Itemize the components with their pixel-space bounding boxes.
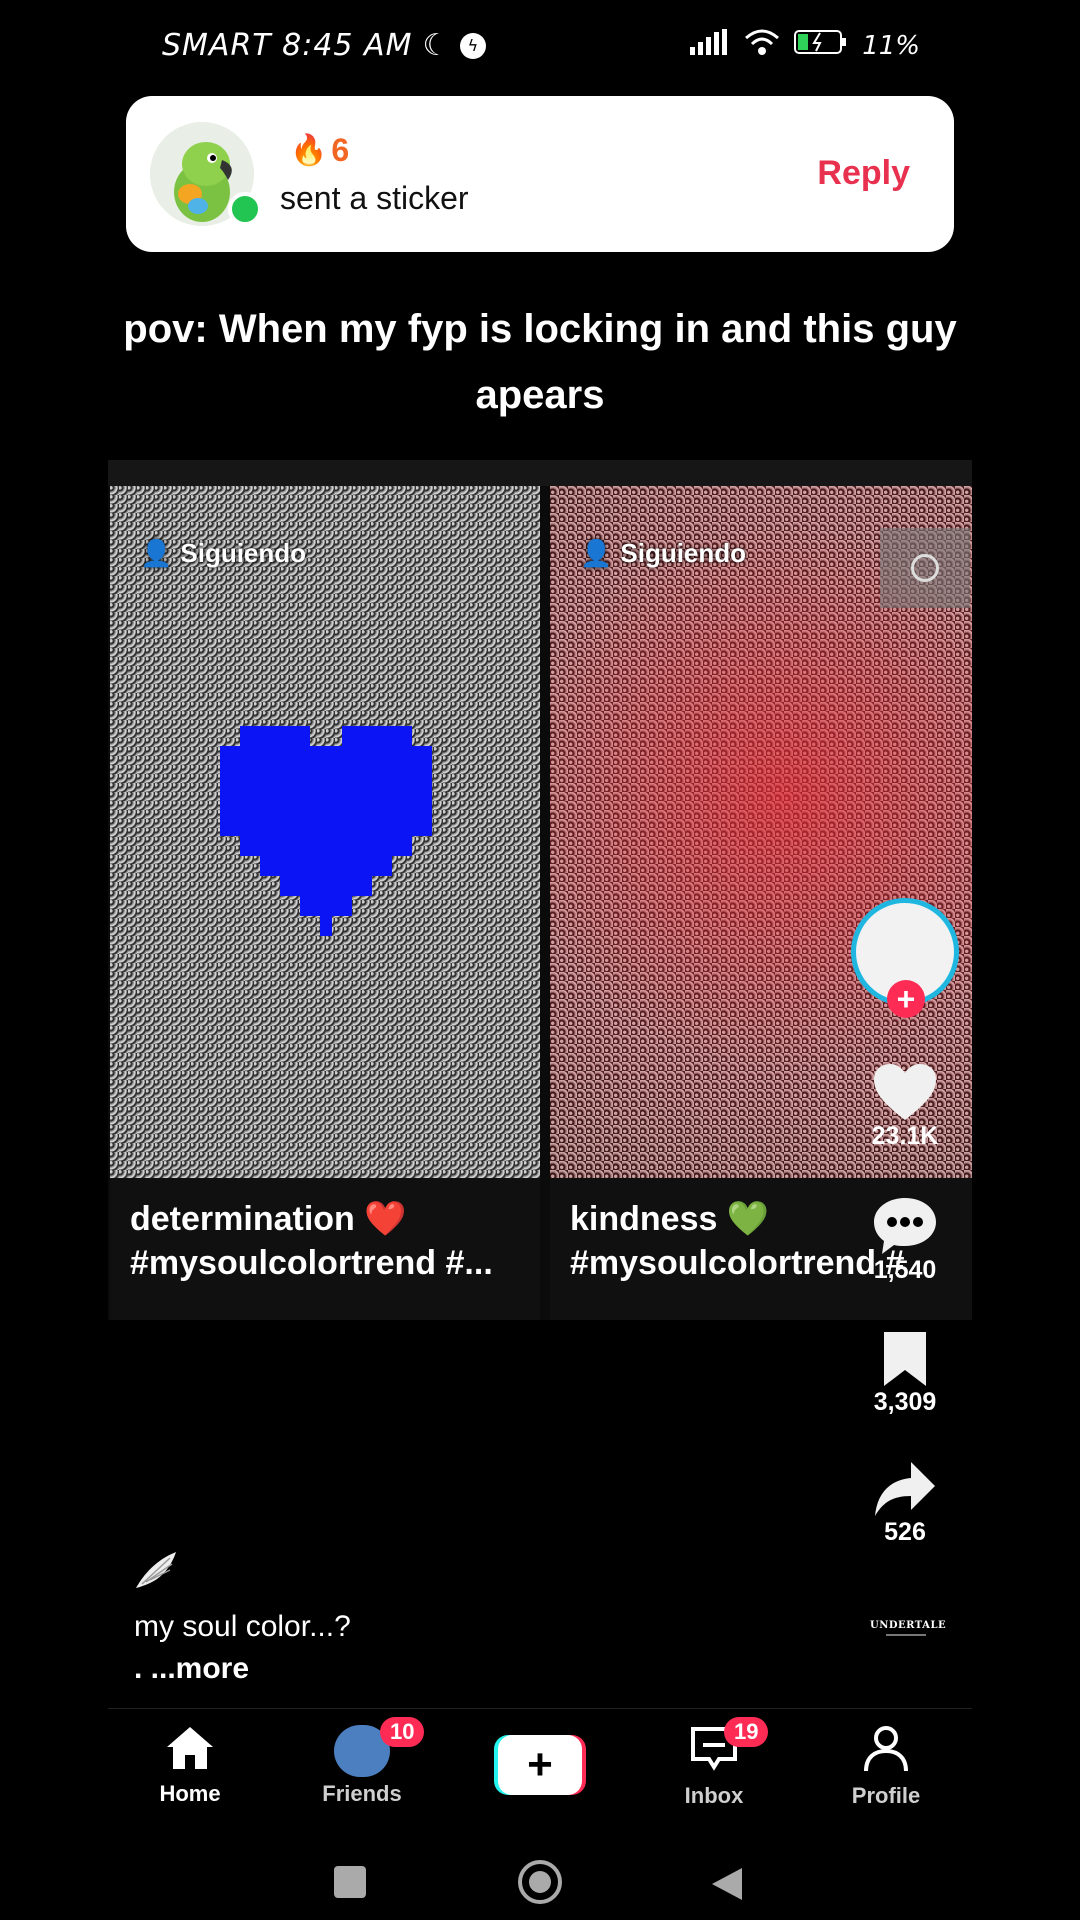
video-overlay-text: pov: When my fyp is locking in and this … [123, 307, 957, 417]
bookmark-icon [884, 1332, 926, 1386]
save-count: 3,309 [873, 1388, 937, 1416]
wifi-icon [744, 28, 780, 63]
status-icons: 11% [690, 28, 920, 63]
bottom-navigation: Home 10 Friends + 19 Inbox Profile [108, 1708, 972, 1845]
signal-icon [690, 29, 730, 62]
music-label: UNDERTALE [870, 1620, 947, 1631]
share-arrow-icon [875, 1462, 935, 1516]
following-label: 👤 Siguiendo [140, 538, 306, 569]
caption-hashtags: #mysoulcolortrend #... [130, 1244, 493, 1282]
music-disc[interactable]: UNDERTALE [870, 1620, 947, 1636]
profile-icon [864, 1726, 908, 1772]
caption-line: determination ❤️ [130, 1200, 407, 1238]
message-notification[interactable]: 🔥 6 sent a sticker Reply [126, 96, 954, 252]
nav-profile-label: Profile [851, 1783, 921, 1808]
moon-icon: ☾ [422, 28, 451, 63]
nav-home[interactable]: Home [130, 1725, 250, 1807]
back-button[interactable] [710, 1866, 744, 1907]
nav-home-label: Home [159, 1781, 221, 1806]
video-top-strip [108, 460, 972, 486]
comment-button[interactable]: 1,540 [840, 1196, 970, 1285]
timer-icon-box [880, 528, 970, 608]
follow-plus-icon[interactable]: + [887, 980, 925, 1018]
battery-percent: 11% [862, 30, 920, 61]
battery-icon [794, 29, 848, 62]
following-text: Siguiendo [620, 538, 747, 568]
plus-icon: + [498, 1735, 582, 1795]
home-icon [167, 1727, 213, 1769]
save-button[interactable]: 3,309 [840, 1330, 970, 1417]
online-status-dot [228, 192, 262, 226]
creator-avatar-button[interactable]: + [840, 898, 970, 1018]
flame-icon: 🔥 [290, 134, 328, 167]
reply-button[interactable]: Reply [817, 154, 910, 193]
notification-message: sent a sticker [280, 180, 469, 216]
person-icon: 👤 [140, 538, 173, 568]
nav-inbox[interactable]: 19 Inbox [654, 1717, 774, 1809]
music-subline [886, 1634, 926, 1636]
share-count: 526 [884, 1518, 926, 1546]
caption-line: kindness 💚 [570, 1200, 770, 1238]
messenger-icon: ϟ [460, 32, 487, 59]
nav-profile[interactable]: Profile [826, 1725, 946, 1809]
video-player[interactable]: 👤 Siguiendo 👤 Siguiendo determination ❤️… [108, 460, 972, 1320]
comment-icon [874, 1198, 936, 1254]
create-button[interactable]: + [494, 1735, 586, 1795]
wing-icon [134, 1550, 178, 1595]
post-description: my soul color...? [134, 1610, 351, 1643]
like-button[interactable]: 23.1K [840, 1062, 970, 1151]
carrier-time-text: SMART 8:45 AM [162, 28, 413, 63]
status-carrier-time: SMART 8:45 AM ☾ ϟ [162, 28, 487, 63]
heart-icon [874, 1064, 936, 1120]
panel-left-caption: determination ❤️ #mysoulcolortrend #... [110, 1178, 540, 1320]
blue-heart-icon [220, 726, 432, 936]
video-panel-left: 👤 Siguiendo [110, 486, 540, 1178]
friends-badge: 10 [380, 1717, 425, 1747]
following-text: Siguiendo [180, 538, 307, 568]
more-link[interactable]: . ...more [134, 1652, 249, 1686]
nav-friends[interactable]: 10 Friends [302, 1717, 425, 1807]
recents-button[interactable] [334, 1866, 366, 1898]
streak-indicator: 🔥 6 [290, 132, 349, 169]
square-icon [334, 1866, 366, 1898]
like-count: 23.1K [871, 1122, 939, 1150]
home-system-button[interactable] [518, 1860, 562, 1904]
streak-count: 6 [331, 132, 350, 168]
comment-count: 1,540 [873, 1256, 937, 1284]
inbox-badge: 19 [724, 1717, 769, 1747]
nav-friends-label: Friends [322, 1781, 402, 1806]
person-icon: 👤 [580, 538, 613, 568]
following-label: 👤 Siguiendo [580, 538, 746, 569]
circle-icon [518, 1860, 562, 1904]
nav-inbox-label: Inbox [684, 1783, 744, 1808]
back-triangle-icon [712, 1868, 742, 1900]
share-button[interactable]: 526 [840, 1460, 970, 1547]
clock-icon [911, 554, 939, 582]
